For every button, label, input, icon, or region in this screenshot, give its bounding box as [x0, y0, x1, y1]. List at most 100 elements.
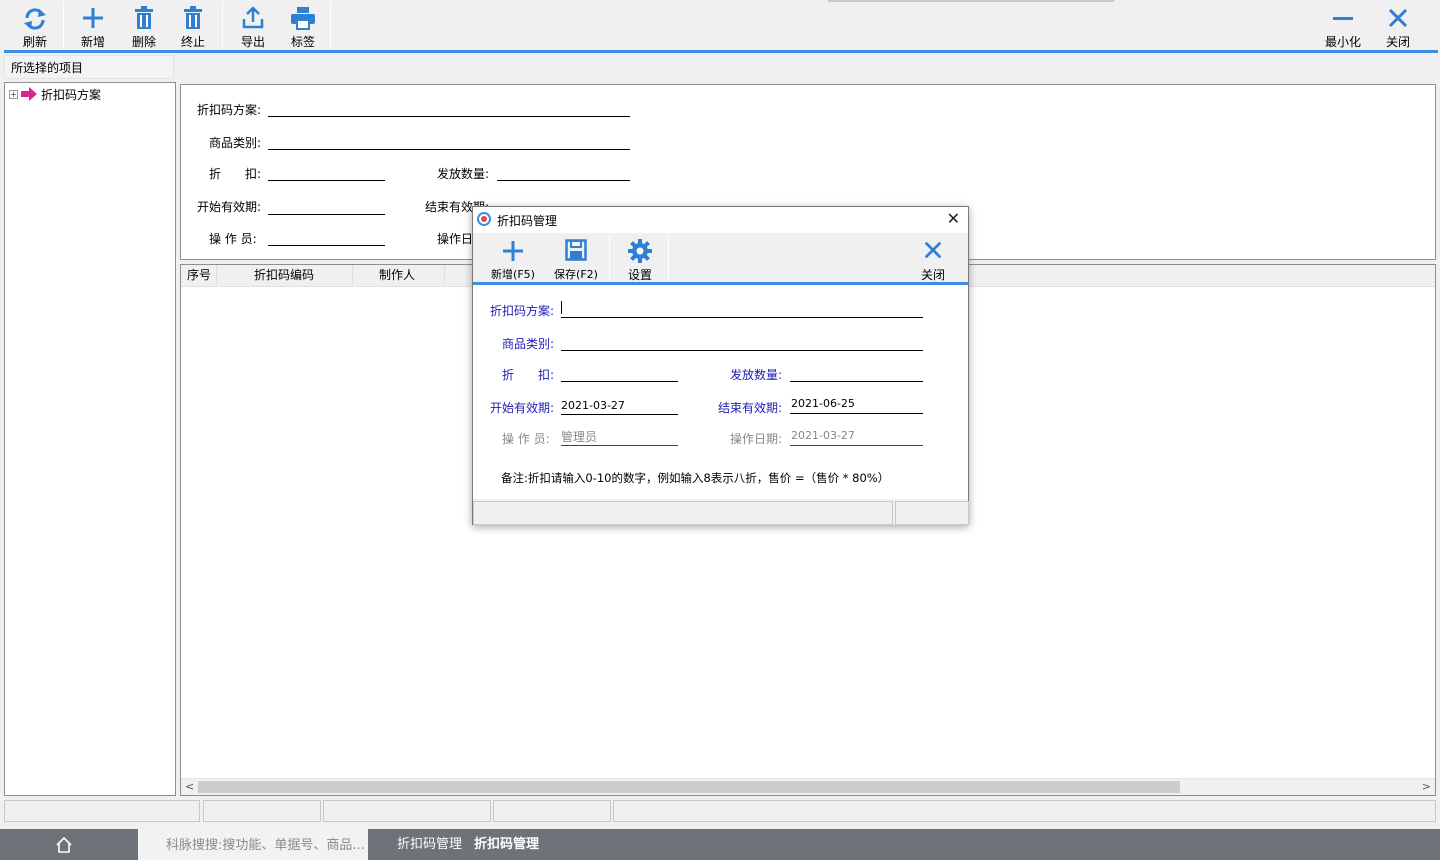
main-toolbar: 刷新 新增 删除 终止 导出 标签 最小化 关闭	[0, 0, 1440, 50]
category-label: 商品类别:	[209, 136, 262, 150]
delete-label: 删除	[131, 35, 156, 49]
dialog-save-button[interactable]: 保存(F2)	[548, 237, 604, 281]
close-label: 关闭	[1385, 35, 1410, 49]
discount-code-dialog: 折扣码管理 ✕ 新增(F5) 保存(F2) 设置 关闭 折扣码方案: 商品类别:…	[472, 206, 969, 525]
dialog-discount-field[interactable]	[561, 381, 678, 382]
dialog-save-label: 保存(F2)	[554, 268, 598, 281]
quantity-label: 发放数量:	[437, 167, 490, 181]
taskbar: 科脉搜搜:搜功能、单据号、商品... 折扣码管理 折扣码管理	[0, 829, 1440, 860]
dialog-op-date-value: 2021-03-27	[791, 429, 855, 442]
horizontal-scrollbar[interactable]: < >	[181, 778, 1435, 795]
tree-item-discount-scheme[interactable]: + 折扣码方案	[9, 85, 101, 103]
scroll-right-icon[interactable]: >	[1422, 780, 1431, 793]
dialog-quantity-label: 发放数量:	[730, 368, 783, 382]
refresh-button[interactable]: 刷新	[10, 4, 60, 49]
dialog-end-field[interactable]	[790, 413, 923, 414]
dialog-operator-value: 管理员	[561, 430, 598, 444]
dialog-operator-label: 操 作 员:	[502, 432, 550, 446]
category-field[interactable]	[268, 149, 630, 150]
plus-icon	[503, 241, 523, 261]
text-cursor	[561, 301, 562, 314]
search-input[interactable]: 科脉搜搜:搜功能、单据号、商品...	[138, 829, 368, 860]
dialog-op-date-field	[790, 445, 923, 446]
dialog-start-value[interactable]: 2021-03-27	[561, 399, 625, 412]
refresh-label: 刷新	[22, 35, 47, 49]
print-label-label: 标签	[290, 35, 315, 49]
discount-field[interactable]	[268, 180, 385, 181]
dialog-form: 折扣码方案: 商品类别: 折 扣: 发放数量: 开始有效期: 2021-03-2…	[473, 285, 968, 499]
delete-button[interactable]: 删除	[119, 4, 169, 49]
home-button[interactable]	[0, 829, 138, 860]
dialog-discount-label: 折 扣:	[502, 368, 555, 382]
dialog-quantity-field[interactable]	[790, 381, 923, 382]
trash-icon	[184, 6, 202, 29]
minimize-button[interactable]: 最小化	[1318, 4, 1368, 49]
arrow-right-icon	[21, 87, 37, 101]
start-date-field[interactable]	[268, 214, 385, 215]
export-label: 导出	[240, 35, 265, 49]
dialog-toolbar: 新增(F5) 保存(F2) 设置 关闭	[473, 233, 968, 283]
scroll-left-icon[interactable]: <	[185, 780, 194, 793]
scrollbar-thumb[interactable]	[198, 781, 1180, 793]
dialog-op-date-label: 操作日期:	[730, 432, 783, 446]
task-tab-1[interactable]: 折扣码管理	[397, 829, 462, 860]
plus-icon	[83, 8, 103, 28]
task-tab-2[interactable]: 折扣码管理	[474, 829, 539, 860]
start-date-label: 开始有效期:	[197, 200, 262, 214]
minimize-icon	[1333, 17, 1353, 20]
minimize-label: 最小化	[1324, 35, 1361, 49]
save-icon	[565, 239, 587, 261]
close-icon	[1388, 8, 1408, 28]
scheme-label: 折扣码方案:	[197, 103, 262, 117]
column-header[interactable]: 折扣码编码	[217, 265, 353, 286]
dialog-add-label: 新增(F5)	[491, 268, 535, 281]
gear-icon	[628, 239, 652, 263]
refresh-icon	[24, 8, 46, 30]
op-date-label: 操作日	[437, 232, 474, 246]
dialog-note: 备注:折扣请输入0-10的数字，例如输入8表示八折，售价 =（售价 * 80%）	[501, 471, 890, 485]
dialog-end-value[interactable]: 2021-06-25	[791, 397, 855, 410]
dialog-close-icon[interactable]: ✕	[947, 209, 960, 228]
dialog-category-label: 商品类别:	[502, 337, 555, 351]
dialog-category-field[interactable]	[561, 350, 923, 351]
dialog-titlebar[interactable]: 折扣码管理 ✕	[473, 207, 968, 233]
print-label-button[interactable]: 标签	[278, 4, 328, 49]
discount-label: 折 扣:	[209, 167, 262, 181]
dialog-close-label: 关闭	[920, 268, 945, 282]
export-button[interactable]: 导出	[228, 4, 278, 49]
app-icon	[477, 212, 491, 226]
scheme-field[interactable]	[268, 116, 630, 117]
dialog-scheme-field[interactable]	[561, 317, 923, 318]
close-icon	[924, 241, 942, 259]
add-label: 新增	[80, 35, 105, 49]
operator-field[interactable]	[268, 245, 385, 246]
dialog-start-field[interactable]	[561, 414, 678, 415]
column-header[interactable]: 序号	[187, 265, 217, 286]
quantity-field[interactable]	[497, 180, 630, 181]
stop-button[interactable]: 终止	[168, 4, 218, 49]
dialog-settings-button[interactable]: 设置	[615, 237, 665, 282]
dialog-settings-label: 设置	[627, 268, 652, 282]
dialog-operator-field	[561, 445, 678, 446]
tree-item-label: 折扣码方案	[41, 87, 102, 102]
dialog-end-label: 结束有效期:	[718, 401, 783, 415]
home-icon	[56, 836, 72, 853]
dialog-add-button[interactable]: 新增(F5)	[485, 237, 541, 281]
status-bar	[0, 798, 1440, 824]
dialog-start-label: 开始有效期:	[490, 401, 555, 415]
column-header[interactable]: 制作人	[353, 265, 445, 286]
left-panel-header: 所选择的项目	[4, 55, 174, 79]
expand-icon[interactable]: +	[9, 89, 18, 99]
add-button[interactable]: 新增	[68, 4, 118, 49]
close-button[interactable]: 关闭	[1373, 4, 1423, 49]
stop-label: 终止	[180, 35, 205, 49]
dialog-scheme-label: 折扣码方案:	[490, 304, 555, 318]
dialog-status-bar	[473, 501, 969, 525]
dialog-close-button[interactable]: 关闭	[908, 237, 958, 282]
dialog-title: 折扣码管理	[497, 214, 558, 228]
upload-icon	[242, 6, 264, 29]
toolbar-accent-line	[4, 50, 1438, 53]
trash-icon	[135, 6, 153, 29]
operator-label: 操 作 员:	[209, 232, 257, 246]
printer-icon	[291, 7, 315, 30]
